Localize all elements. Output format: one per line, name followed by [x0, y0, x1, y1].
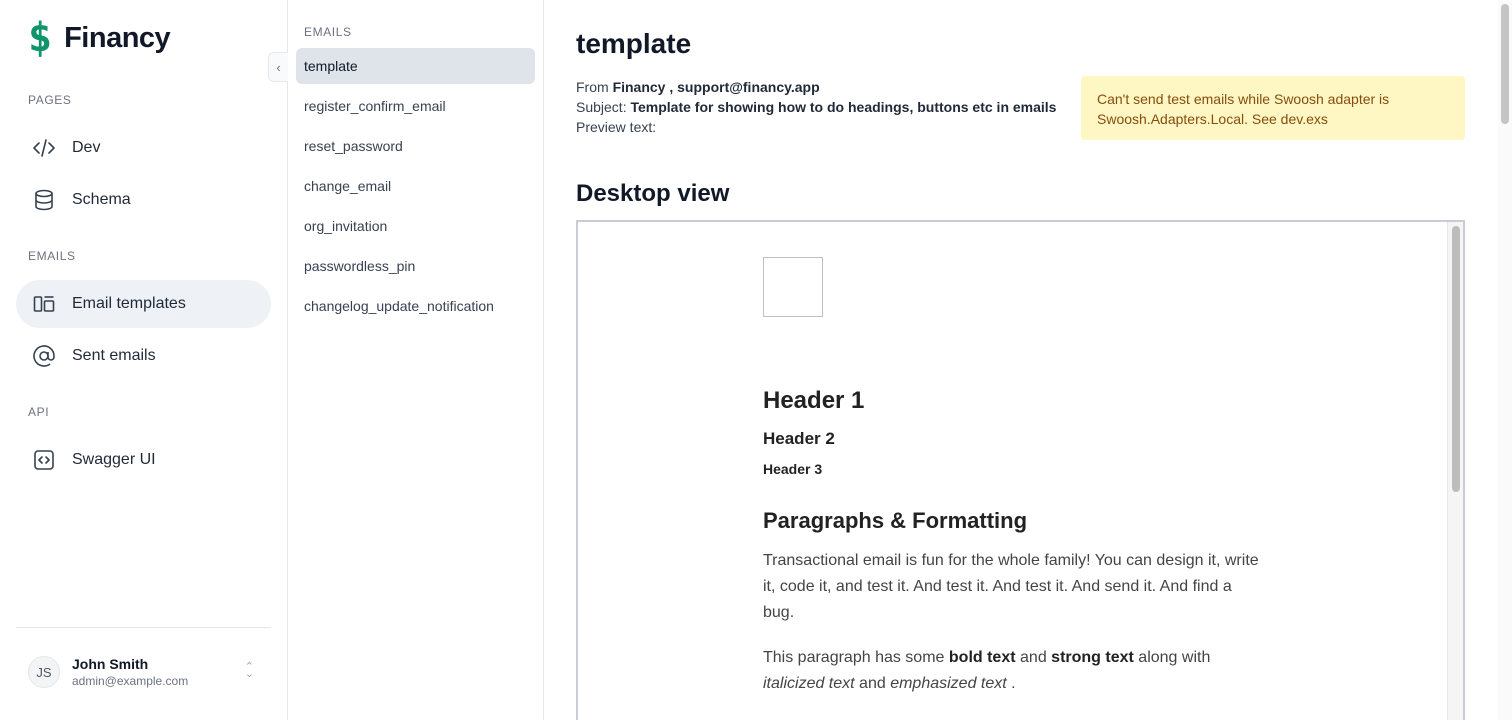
- app: $ Financy ‹ PAGES Dev Schema EMAILS Emai…: [0, 0, 1512, 720]
- brand-name: Financy: [64, 21, 171, 54]
- from-row: From Financy , support@financy.app: [576, 77, 1056, 97]
- chevron-left-icon: ‹: [276, 59, 281, 75]
- preview-text-label: Preview text:: [576, 119, 657, 135]
- user-name: John Smith: [72, 656, 149, 672]
- email-item-passwordless-pin[interactable]: passwordless_pin: [296, 248, 535, 284]
- section-label-api: API: [28, 405, 50, 419]
- dollar-logo-icon: $: [28, 15, 53, 61]
- text-run: This paragraph has some: [763, 649, 945, 666]
- email-item-change-email[interactable]: change_email: [296, 168, 535, 204]
- avatar: JS: [28, 656, 60, 688]
- preview-header-1: Header 1: [763, 387, 865, 414]
- page-title: template: [576, 28, 692, 59]
- email-item-reset-password[interactable]: reset_password: [296, 128, 535, 164]
- page-scrollbar[interactable]: [1498, 0, 1512, 720]
- bold-text: bold text: [948, 649, 1016, 666]
- sidebar-item-label: Swagger UI: [72, 451, 156, 468]
- broken-image-placeholder: [763, 257, 823, 317]
- collapse-sidebar-button[interactable]: ‹: [268, 52, 288, 82]
- email-item-org-invitation[interactable]: org_invitation: [296, 208, 535, 244]
- text-run: and: [1020, 649, 1047, 666]
- email-item-register-confirm-email[interactable]: register_confirm_email: [296, 88, 535, 124]
- user-info: John Smith admin@example.com: [72, 656, 188, 688]
- sidebar: $ Financy ‹ PAGES Dev Schema EMAILS Emai…: [0, 0, 288, 720]
- text-run: .: [1011, 675, 1016, 692]
- subject-label: Subject:: [576, 99, 627, 115]
- divider: [16, 627, 271, 628]
- preview-scrollbar[interactable]: [1447, 222, 1463, 720]
- text-run: along with: [1138, 649, 1211, 666]
- strong-text: strong text: [1051, 649, 1134, 666]
- page-scrollbar-thumb[interactable]: [1501, 4, 1509, 124]
- preview-paragraph-2: This paragraph has some bold text and st…: [763, 645, 1263, 697]
- sidebar-item-label: Email templates: [72, 295, 186, 312]
- at-sign-icon: [33, 345, 55, 367]
- preview-text-row: Preview text:: [576, 117, 1056, 137]
- sidebar-item-label: Sent emails: [72, 347, 156, 364]
- preview-section-title: Paragraphs & Formatting: [763, 508, 1028, 533]
- subject-row: Subject: Template for showing how to do …: [576, 97, 1056, 117]
- preview-scrollbar-thumb[interactable]: [1452, 226, 1460, 492]
- code-square-icon: [34, 450, 54, 470]
- user-email: admin@example.com: [72, 674, 189, 688]
- italic-text: italicized text: [763, 675, 855, 692]
- preview-header-3: Header 3: [763, 461, 823, 477]
- subject-value: Template for showing how to do headings,…: [630, 99, 1057, 115]
- database-icon: [35, 189, 53, 211]
- templates-icon: [33, 296, 55, 312]
- code-icon: [33, 139, 55, 157]
- email-list-label: EMAILS: [304, 25, 352, 39]
- sidebar-item-label: Schema: [72, 191, 131, 208]
- warning-alert: Can't send test emails while Swoosh adap…: [1081, 76, 1465, 140]
- email-preview-frame[interactable]: Header 1 Header 2 Header 3 Paragraphs & …: [576, 220, 1465, 720]
- sidebar-item-swagger-ui[interactable]: Swagger UI: [16, 436, 271, 484]
- preview-paragraph-1: Transactional email is fun for the whole…: [763, 552, 1259, 621]
- main-content: template From Financy , support@financy.…: [544, 0, 1512, 720]
- desktop-view-title: Desktop view: [576, 180, 730, 207]
- email-meta: From Financy , support@financy.app Subje…: [576, 77, 1056, 137]
- chevron-up-down-icon: ⌃ ⌄: [244, 661, 254, 680]
- text-run: and: [859, 675, 886, 692]
- section-label-emails: EMAILS: [28, 249, 76, 263]
- sidebar-item-schema[interactable]: Schema: [16, 176, 271, 224]
- sidebar-item-email-templates[interactable]: Email templates: [16, 280, 271, 328]
- email-body: Header 1 Header 2 Header 3 Paragraphs & …: [763, 257, 1263, 697]
- email-item-template[interactable]: template: [296, 48, 535, 84]
- email-template-list: EMAILS template register_confirm_email r…: [288, 0, 544, 720]
- from-value: Financy , support@financy.app: [612, 79, 820, 95]
- section-label-pages: PAGES: [28, 93, 72, 107]
- sidebar-item-dev[interactable]: Dev: [16, 124, 271, 172]
- email-item-changelog-update-notification[interactable]: changelog_update_notification: [296, 288, 535, 324]
- sidebar-item-label: Dev: [72, 139, 101, 156]
- user-menu[interactable]: JS John Smith admin@example.com ⌃ ⌄: [28, 656, 268, 688]
- brand-logo[interactable]: $ Financy: [28, 15, 171, 61]
- emphasized-text: emphasized text: [890, 675, 1007, 692]
- sidebar-item-sent-emails[interactable]: Sent emails: [16, 332, 271, 380]
- preview-header-2: Header 2: [763, 429, 835, 448]
- from-label: From: [576, 79, 609, 95]
